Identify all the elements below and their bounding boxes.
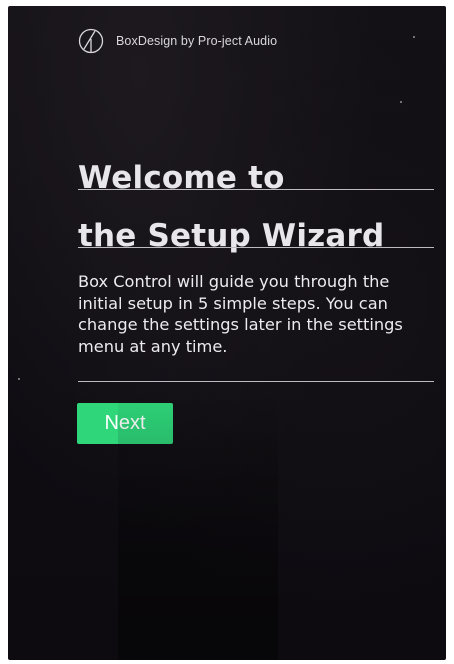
title-underline-2 [78, 247, 434, 248]
brand-name: BoxDesign by Pro-ject Audio [116, 34, 278, 48]
brand-header: BoxDesign by Pro-ject Audio [78, 28, 277, 54]
screen-speck [413, 36, 415, 38]
page-title-line-1: Welcome to [78, 160, 285, 196]
device-screen: BoxDesign by Pro-ject Audio Welcome to t… [8, 6, 446, 660]
photo-frame: BoxDesign by Pro-ject Audio Welcome to t… [0, 0, 454, 664]
wizard-description: Box Control will guide you through the i… [78, 272, 403, 356]
page-title-line-2: the Setup Wizard [78, 218, 385, 254]
screen-speck [18, 378, 20, 380]
section-divider [78, 381, 434, 382]
next-button[interactable]: Next [77, 403, 173, 444]
screen-speck [400, 101, 402, 103]
title-underline-1 [78, 189, 434, 190]
pro-ject-logo-icon [78, 28, 104, 54]
